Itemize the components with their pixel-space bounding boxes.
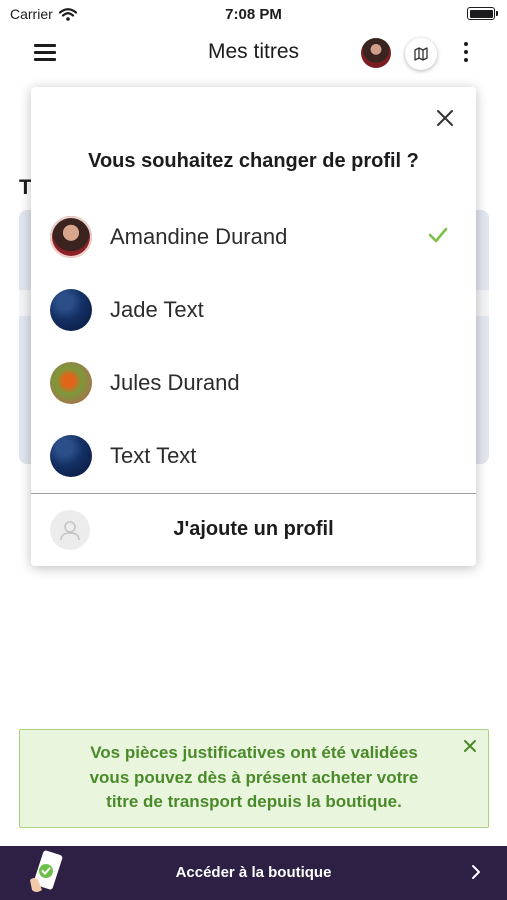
profile-avatar xyxy=(50,361,92,404)
close-icon[interactable] xyxy=(464,740,476,752)
profile-item-jules[interactable]: Jules Durand xyxy=(31,346,476,419)
add-profile-button[interactable]: J'ajoute un profil xyxy=(31,494,476,566)
check-icon xyxy=(428,227,448,243)
profile-avatar xyxy=(50,288,92,331)
profile-list: Amandine Durand Jade Text Jules Durand T… xyxy=(31,200,476,492)
profile-name: Jules Durand xyxy=(110,369,240,395)
status-bar: Carrier 7:08 PM xyxy=(0,0,507,30)
app-header: Mes titres xyxy=(0,30,507,76)
avatar[interactable] xyxy=(361,38,391,68)
shop-access-button[interactable]: Accéder à la boutique xyxy=(0,846,507,900)
more-vertical-icon[interactable] xyxy=(458,42,474,64)
profile-item-text[interactable]: Text Text xyxy=(31,419,476,492)
section-heading-peek: T xyxy=(19,176,32,199)
profile-avatar xyxy=(50,215,92,258)
profile-item-amandine[interactable]: Amandine Durand xyxy=(31,200,476,273)
map-icon xyxy=(414,47,428,61)
chevron-right-icon xyxy=(472,865,480,879)
profile-avatar xyxy=(50,434,92,477)
success-banner: Vos pièces justificatives ont été validé… xyxy=(19,729,489,828)
status-time: 7:08 PM xyxy=(225,6,282,23)
banner-line: Vos pièces justificatives ont été validé… xyxy=(90,743,418,762)
profile-item-jade[interactable]: Jade Text xyxy=(31,273,476,346)
shop-label: Accéder à la boutique xyxy=(175,864,332,881)
profile-name: Jade Text xyxy=(110,296,204,322)
profile-switch-modal: Vous souhaitez changer de profil ? Amand… xyxy=(31,87,476,566)
banner-message: Vos pièces justificatives ont été validé… xyxy=(40,741,468,815)
close-icon[interactable] xyxy=(436,109,454,127)
add-profile-label: J'ajoute un profil xyxy=(173,518,334,540)
profile-name: Amandine Durand xyxy=(110,223,288,249)
banner-line: vous pouvez dès à présent acheter votre xyxy=(89,767,419,787)
modal-title: Vous souhaitez changer de profil ? xyxy=(88,150,419,172)
battery-icon xyxy=(467,7,498,20)
profile-name: Text Text xyxy=(110,442,197,468)
banner-line: titre de transport depuis la boutique. xyxy=(106,792,402,811)
map-button[interactable] xyxy=(405,38,437,70)
